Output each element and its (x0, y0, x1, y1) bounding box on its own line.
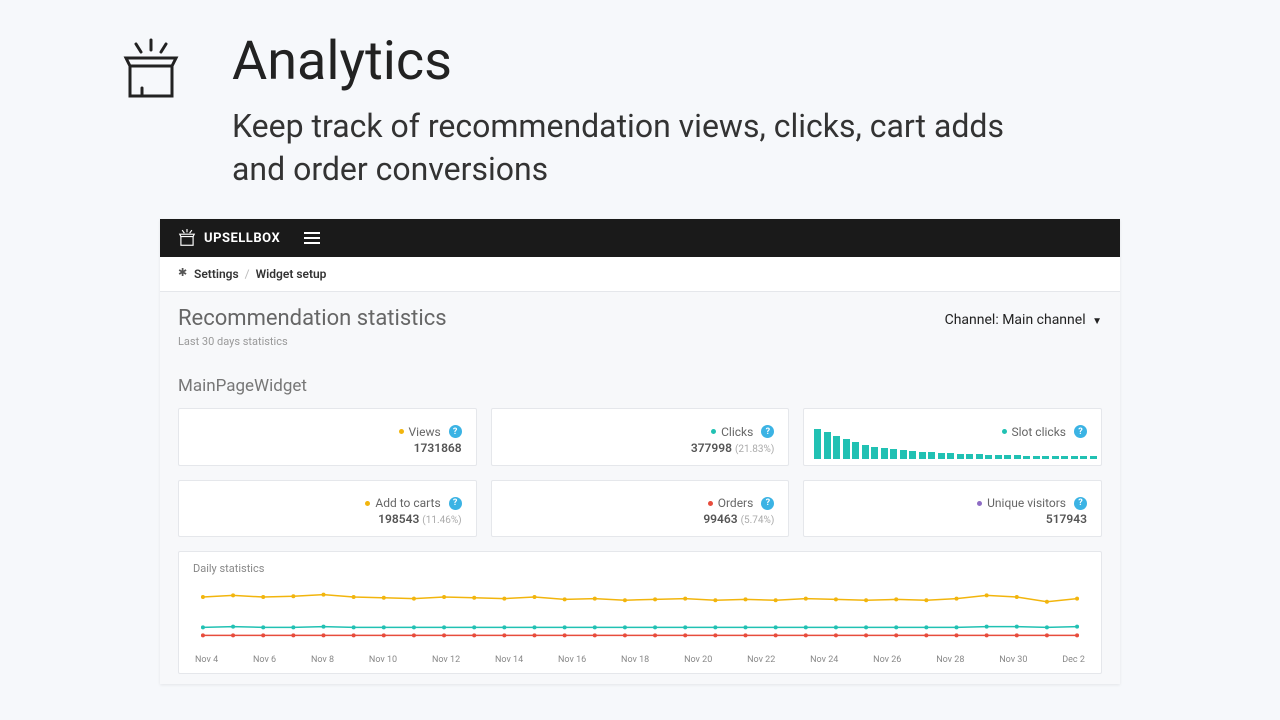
color-dot (708, 501, 713, 506)
color-dot (399, 429, 404, 434)
channel-value: Main channel (1002, 312, 1085, 328)
app-window: UPSELLBOX Settings / Widget setup Recomm… (160, 219, 1120, 684)
stat-pct: (21.83%) (735, 444, 774, 455)
xaxis-label: Nov 24 (810, 655, 838, 665)
xaxis-label: Nov 10 (369, 655, 397, 665)
xaxis-label: Nov 16 (558, 655, 586, 665)
xaxis-label: Nov 8 (311, 655, 334, 665)
color-dot (977, 501, 982, 506)
main-content: Recommendation statistics Last 30 days s… (160, 292, 1120, 684)
chevron-down-icon: ▼ (1092, 316, 1102, 327)
page-title: Recommendation statistics (178, 306, 447, 331)
stat-value: 1731868 (399, 441, 462, 455)
box-icon (120, 38, 182, 104)
stat-value: 377998 (21.83%) (691, 441, 774, 455)
help-icon[interactable]: ? (761, 425, 774, 438)
help-icon[interactable]: ? (449, 425, 462, 438)
hamburger-menu-icon[interactable] (304, 232, 320, 244)
stat-value: 517943 (977, 512, 1087, 526)
breadcrumb-current[interactable]: Widget setup (256, 267, 327, 281)
stat-label: Views? (399, 425, 462, 439)
stat-label-text: Orders (718, 496, 754, 510)
stat-cards-grid: Views? 1731868 Clicks? 377998 (21.83%) Slot … (178, 408, 1102, 537)
gear-icon (178, 269, 188, 279)
xaxis-label: Nov 20 (684, 655, 712, 665)
topbar: UPSELLBOX (160, 219, 1120, 257)
breadcrumb: Settings / Widget setup (160, 257, 1120, 292)
page-titlebar: Recommendation statistics Last 30 days s… (178, 306, 1102, 348)
daily-line-chart (193, 581, 1087, 653)
stat-label: Add to carts? (365, 496, 461, 510)
hero-section: Analytics Keep track of recommendation v… (0, 0, 1280, 211)
xaxis-label: Dec 2 (1062, 655, 1085, 665)
help-icon[interactable]: ? (761, 497, 774, 510)
stat-value: 198543 (11.46%) (365, 512, 461, 526)
stat-label-text: Unique visitors (987, 496, 1066, 510)
xaxis-label: Nov 28 (936, 655, 964, 665)
brand-text: UPSELLBOX (204, 231, 280, 246)
stat-pct: (11.46%) (422, 515, 461, 526)
stat-pct: (5.74%) (741, 515, 775, 526)
page-subtitle: Last 30 days statistics (178, 335, 447, 348)
stat-card-slot-clicks: Slot clicks? (803, 408, 1102, 466)
daily-chart-xaxis: Nov 4 Nov 6 Nov 8 Nov 10 Nov 12 Nov 14 Nov 16 N… (193, 653, 1087, 671)
hero-subtitle: Keep track of recommendation views, clic… (232, 105, 1012, 191)
xaxis-label: Nov 6 (253, 655, 276, 665)
brand: UPSELLBOX (178, 229, 280, 247)
xaxis-label: Nov 4 (195, 655, 218, 665)
breadcrumb-separator: / (245, 267, 250, 281)
stat-card-orders: Orders? 99463 (5.74%) (491, 480, 790, 538)
xaxis-label: Nov 18 (621, 655, 649, 665)
xaxis-label: Nov 14 (495, 655, 523, 665)
breadcrumb-settings[interactable]: Settings (194, 267, 239, 281)
hero-title: Analytics (232, 30, 1012, 93)
stat-value: 99463 (5.74%) (703, 512, 774, 526)
color-dot (365, 501, 370, 506)
slot-clicks-sparkline (814, 429, 1097, 459)
help-icon[interactable]: ? (449, 497, 462, 510)
xaxis-label: Nov 30 (999, 655, 1027, 665)
stat-card-unique-visitors: Unique visitors? 517943 (803, 480, 1102, 538)
xaxis-label: Nov 12 (432, 655, 460, 665)
color-dot (711, 429, 716, 434)
stat-label-text: Add to carts (375, 496, 440, 510)
channel-label: Channel: (945, 312, 999, 328)
stat-label: Clicks? (711, 425, 774, 439)
help-icon[interactable]: ? (1074, 497, 1087, 510)
daily-chart-title: Daily statistics (193, 562, 1087, 575)
channel-dropdown[interactable]: Channel: Main channel ▼ (945, 312, 1102, 328)
stat-label: Orders? (708, 496, 775, 510)
stat-label: Unique visitors? (977, 496, 1087, 510)
daily-chart-panel: Daily statistics Nov 4Nov 6Nov 8Nov 10No… (178, 551, 1102, 674)
stat-card-clicks: Clicks? 377998 (21.83%) (491, 408, 790, 466)
stat-card-add-to-carts: Add to carts? 198543 (11.46%) (178, 480, 477, 538)
stat-label-text: Views (409, 425, 441, 439)
stat-label-text: Clicks (721, 425, 753, 439)
xaxis-label: Nov 22 (747, 655, 775, 665)
stat-card-views: Views? 1731868 (178, 408, 477, 466)
xaxis-label: Nov 26 (873, 655, 901, 665)
brand-box-icon (178, 229, 196, 247)
widget-name: MainPageWidget (178, 376, 1102, 396)
